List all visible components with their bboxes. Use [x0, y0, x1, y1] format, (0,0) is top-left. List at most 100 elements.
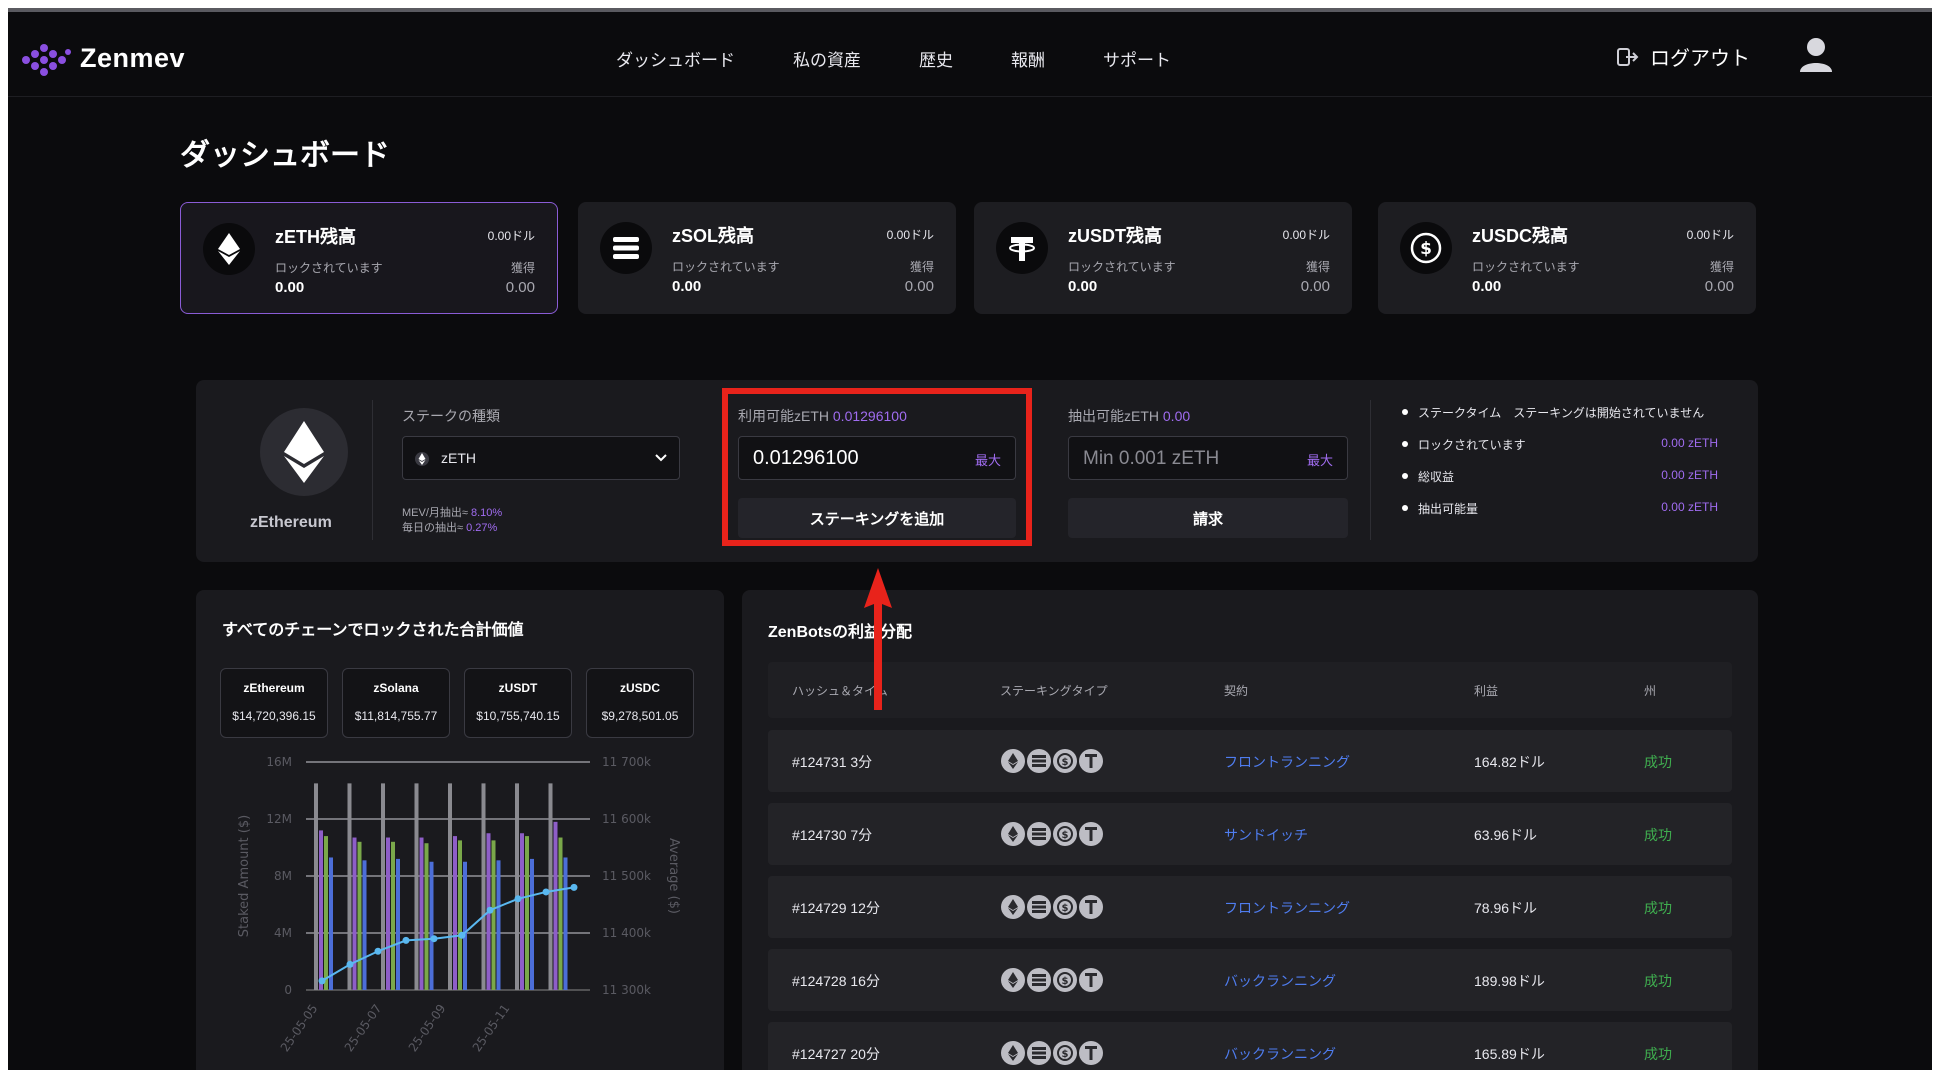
balance-name: zSOL残高: [672, 226, 755, 246]
row-contract-link[interactable]: バックランニング: [1224, 971, 1336, 991]
locked-value: 0.00: [1068, 278, 1098, 295]
balance-card-zusdt[interactable]: zUSDT残高 0.00ドル ロックされています 0.00 獲得 0.00: [974, 202, 1352, 314]
y-tick-label: 12M: [266, 812, 292, 826]
stake-panel: zEthereum ステークの種類 zETH MEV/月抽出≈ 8.10% 毎日…: [196, 380, 1758, 562]
chart-bar: [414, 783, 419, 990]
tether-coin-icon: [1079, 1041, 1103, 1065]
stake-type-label: ステークの種類: [402, 408, 500, 424]
svg-text:$: $: [1062, 903, 1069, 914]
stat-stake-time: ステークタイム ステーキングは開始されていません: [1402, 404, 1718, 422]
table-row[interactable]: #124728 16分 $ バックランニング 189.98ドル 成功: [768, 949, 1732, 1011]
bullet-icon: [1402, 409, 1408, 415]
row-contract-link[interactable]: フロントランニング: [1224, 752, 1350, 772]
chain-card-zusdt[interactable]: zUSDT $10,755,740.15: [464, 668, 572, 738]
claim-amount-input[interactable]: Min 0.001 zETH 最大: [1068, 436, 1348, 480]
brand-logo[interactable]: Zenmev: [18, 38, 185, 78]
nav-dashboard[interactable]: ダッシュボード: [616, 46, 735, 71]
stat-total-earnings: 総収益 0.00 zETH: [1402, 468, 1718, 486]
column-header: 州: [1644, 684, 1657, 698]
claimable-zeth: 抽出可能zETH 0.00: [1068, 406, 1190, 426]
y2-tick-label: 11 700k: [602, 755, 651, 769]
nav-my-assets[interactable]: 私の資産: [793, 46, 861, 71]
logout-button[interactable]: ログアウト: [1616, 42, 1750, 71]
solana-coin-icon: [1027, 1041, 1051, 1065]
row-contract-link[interactable]: サンドイッチ: [1224, 825, 1308, 845]
table-row[interactable]: #124727 20分 $ バックランニング 165.89ドル 成功: [768, 1022, 1732, 1070]
zenmev-logo-icon: [22, 44, 71, 76]
chart-bar: [525, 836, 529, 990]
balance-card-zsol[interactable]: zSOL残高 0.00ドル ロックされています 0.00 獲得 0.00: [578, 202, 956, 314]
nav-support[interactable]: サポート: [1103, 46, 1171, 71]
table-row[interactable]: #124730 7分 $ サンドイッチ 63.96ドル 成功: [768, 803, 1732, 865]
balance-card-zeth[interactable]: zETH残高 0.00ドル ロックされています 0.00 獲得 0.00: [180, 202, 558, 314]
balance-usd: 0.00ドル: [1686, 228, 1734, 242]
earned-label: 獲得: [909, 260, 934, 274]
row-contract-link[interactable]: バックランニング: [1224, 1044, 1336, 1064]
chart-bar: [553, 821, 558, 990]
stat-claimable: 抽出可能量 0.00 zETH: [1402, 500, 1718, 518]
table-row[interactable]: #124731 3分 $ フロントランニング 164.82ドル 成功: [768, 730, 1732, 792]
daily-extract-label: 毎日の抽出≈: [402, 522, 464, 534]
row-hash-time: #124730 7分: [792, 827, 873, 843]
stat-label: ステークタイム ステーキングは開始されていません: [1418, 406, 1705, 420]
tether-coin-icon: [1079, 822, 1103, 846]
user-avatar-icon[interactable]: [1796, 34, 1836, 74]
y2-tick-label: 11 300k: [602, 983, 651, 997]
highlight-box: [722, 388, 1032, 546]
usdc-coin-icon: $: [1053, 822, 1077, 846]
earned-value: 0.00: [505, 279, 535, 296]
balance-usd: 0.00ドル: [487, 229, 535, 243]
tvl-title: すべてのチェーンでロックされた合計価値: [222, 622, 524, 639]
svg-text:$: $: [1062, 1049, 1069, 1060]
tether-coin-icon: [1079, 968, 1103, 992]
divider: [1370, 400, 1371, 540]
chart-bar: [558, 837, 563, 990]
solana-coin-icon: [1027, 749, 1051, 773]
stake-type-select[interactable]: zETH: [402, 436, 680, 480]
coin-icons: $: [1001, 1041, 1103, 1065]
claim-button[interactable]: 請求: [1068, 498, 1348, 538]
row-profit: 63.96ドル: [1474, 827, 1538, 843]
row-hash-time: #124727 20分: [792, 1046, 880, 1062]
row-status: 成功: [1644, 900, 1672, 916]
chart-bar: [481, 783, 486, 990]
average-point: [430, 935, 438, 943]
balance-card-zusdc[interactable]: $ zUSDC残高 0.00ドル ロックされています 0.00 獲得 0.00: [1378, 202, 1756, 314]
svg-text:$: $: [1062, 757, 1069, 768]
solana-icon: [600, 222, 652, 274]
chain-card-zethereum[interactable]: zEthereum $14,720,396.15: [220, 668, 328, 738]
page-title: ダッシュボード: [180, 139, 390, 172]
chart-bar: [520, 833, 524, 990]
locked-value: 0.00: [672, 278, 702, 295]
table-row[interactable]: #124729 12分 $ フロントランニング 78.96ドル 成功: [768, 876, 1732, 938]
chart-bar: [347, 783, 352, 990]
row-profit: 165.89ドル: [1474, 1046, 1545, 1062]
tether-coin-icon: [1079, 895, 1103, 919]
row-contract-link[interactable]: フロントランニング: [1224, 898, 1350, 918]
chain-name: zUSDT: [498, 681, 538, 695]
divider: [372, 400, 373, 540]
row-profit: 189.98ドル: [1474, 973, 1545, 989]
chart-bar: [381, 783, 385, 990]
claim-max-button[interactable]: 最大: [1307, 450, 1333, 469]
chain-card-zsolana[interactable]: zSolana $11,814,755.77: [342, 668, 450, 738]
chart-bar: [463, 861, 467, 990]
nav-history[interactable]: 歴史: [919, 46, 953, 71]
nav-rewards[interactable]: 報酬: [1011, 46, 1045, 71]
svg-text:$: $: [1420, 239, 1432, 259]
average-point: [318, 977, 326, 985]
top-navigation-bar: Zenmev ダッシュボード 私の資産 歴史 報酬 サポート ログアウト: [8, 8, 1932, 97]
chain-card-zusdc[interactable]: zUSDC $9,278,501.05: [586, 668, 694, 738]
earned-label: 獲得: [1709, 260, 1734, 274]
main-nav: ダッシュボード 私の資産 歴史 報酬 サポート: [616, 46, 1229, 71]
earned-label: 獲得: [1305, 260, 1330, 274]
average-point: [570, 883, 578, 891]
balance-usd: 0.00ドル: [886, 228, 934, 242]
y-tick-label: 8M: [274, 869, 292, 883]
arrow-up-icon: [864, 568, 892, 710]
chain-value: $14,720,396.15: [232, 709, 316, 723]
stake-type-value: zETH: [441, 450, 476, 466]
y2-tick-label: 11 500k: [602, 869, 651, 883]
column-header: ステーキングタイプ: [1000, 684, 1108, 698]
x-tick-label: 25-05-05: [278, 1002, 321, 1055]
